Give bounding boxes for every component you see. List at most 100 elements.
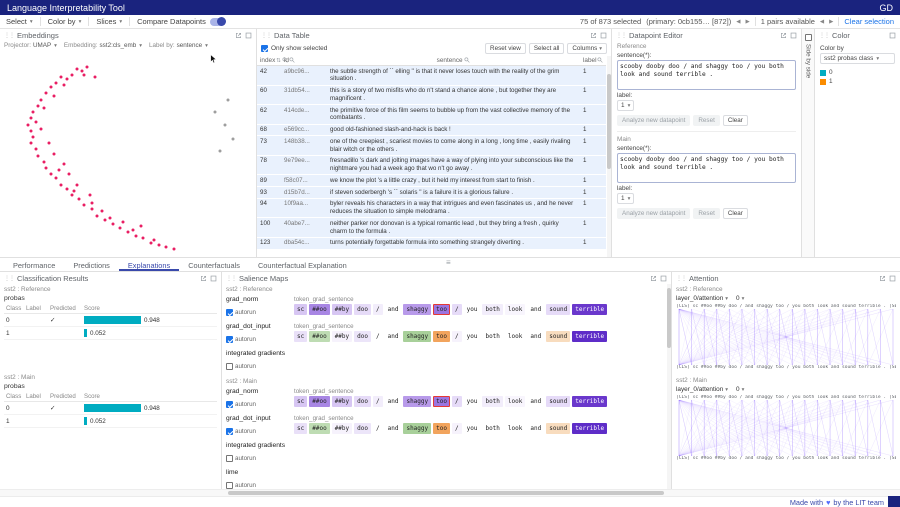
color-by-menu[interactable]: Color by▾ — [48, 17, 82, 26]
salience-token[interactable]: sound — [546, 304, 570, 315]
autorun-control[interactable]: autorun — [226, 401, 290, 408]
scatter-point[interactable] — [65, 77, 68, 80]
label-by-select[interactable]: Label by:sentence▾ — [149, 42, 208, 49]
scrollbar-thumb[interactable] — [228, 491, 664, 495]
salience-token[interactable]: too — [433, 331, 450, 342]
table-row[interactable]: 6031db54...this is a story of two misfit… — [257, 85, 606, 105]
embedding-select[interactable]: Embedding:sst2:cls_emb▾ — [64, 42, 142, 49]
scatter-point[interactable] — [39, 98, 42, 101]
salience-token[interactable]: sound — [546, 423, 570, 434]
scatter-point[interactable] — [60, 75, 63, 78]
scatter-point[interactable] — [34, 148, 37, 151]
salience-token[interactable]: shaggy — [403, 304, 431, 315]
analyze-new-datapoint-button[interactable]: Analyze new datapoint — [617, 208, 690, 219]
salience-token[interactable]: terrible — [572, 423, 607, 434]
salience-token[interactable]: and — [385, 331, 402, 342]
scatter-point[interactable] — [50, 86, 53, 89]
tab-counterfactuals[interactable]: Counterfactuals — [179, 258, 249, 271]
table-row[interactable]: 93d15b7d...if steven soderbergh 's `` so… — [257, 187, 606, 199]
horizontal-scrollbar[interactable] — [0, 489, 900, 496]
salience-token[interactable]: doo — [354, 423, 371, 434]
analyze-new-datapoint-button[interactable]: Analyze new datapoint — [617, 115, 690, 126]
scatter-point[interactable] — [231, 138, 234, 141]
maximize-icon[interactable] — [600, 32, 607, 39]
scatter-point[interactable] — [226, 98, 229, 101]
autorun-control[interactable]: autorun — [226, 482, 290, 489]
scatter-point[interactable] — [60, 183, 63, 186]
scatter-point[interactable] — [91, 208, 94, 211]
table-row[interactable]: 10040abe7...neither parker nor donovan i… — [257, 218, 606, 238]
salience-token[interactable]: sc — [294, 396, 307, 407]
salience-token[interactable]: / — [373, 423, 383, 434]
scatter-point[interactable] — [91, 202, 94, 205]
table-row[interactable]: 73148b38...one of the creepiest , scarie… — [257, 136, 606, 156]
autorun-control[interactable]: autorun — [226, 363, 290, 370]
checkbox-icon[interactable] — [226, 482, 233, 489]
salience-token[interactable]: ##oo — [309, 331, 329, 342]
reset-view-button[interactable]: Reset view — [485, 43, 526, 54]
salience-token[interactable]: you — [464, 304, 481, 315]
scatter-point[interactable] — [29, 129, 32, 132]
scrollbar-thumb[interactable] — [607, 74, 611, 169]
salience-token[interactable]: ##oo — [309, 423, 329, 434]
salience-token[interactable]: ##by — [332, 396, 352, 407]
salience-token[interactable]: and — [385, 304, 402, 315]
sentence-textarea[interactable] — [617, 60, 796, 90]
scatter-point[interactable] — [93, 75, 96, 78]
scatter-point[interactable] — [214, 111, 217, 114]
autorun-control[interactable]: autorun — [226, 336, 290, 343]
side-by-side-checkbox[interactable] — [805, 34, 812, 41]
embedding-scatter[interactable] — [0, 50, 256, 257]
scatter-point[interactable] — [34, 121, 37, 124]
scatter-point[interactable] — [96, 214, 99, 217]
scatter-point[interactable] — [73, 189, 76, 192]
scatter-point[interactable] — [70, 193, 73, 196]
table-row[interactable]: 789e79ee...fresnadillo 's dark and jolti… — [257, 155, 606, 175]
salience-token[interactable]: sc — [294, 304, 307, 315]
scatter-point[interactable] — [224, 123, 227, 126]
tab-explanations[interactable]: Explanations — [119, 258, 179, 271]
table-row[interactable]: 89f58c07...we know the plot 's a little … — [257, 175, 606, 187]
scatter-point[interactable] — [37, 154, 40, 157]
salience-token[interactable]: sc — [294, 423, 307, 434]
table-row[interactable]: 123dba54c...turns potentially forgettabl… — [257, 237, 606, 249]
maximize-icon[interactable] — [660, 275, 667, 282]
open-in-new-icon[interactable] — [200, 275, 207, 282]
drag-handle-icon[interactable]: ⋮⋮ — [819, 32, 829, 39]
vertical-scrollbar[interactable] — [667, 284, 671, 489]
scatter-point[interactable] — [109, 216, 112, 219]
maximize-icon[interactable] — [889, 32, 896, 39]
salience-token[interactable]: and — [385, 423, 402, 434]
scatter-point[interactable] — [29, 117, 32, 120]
scatter-point[interactable] — [39, 127, 42, 130]
scatter-point[interactable] — [132, 229, 135, 232]
scatter-point[interactable] — [68, 173, 71, 176]
drawer-handle-icon[interactable]: ≡ — [446, 258, 451, 267]
checkbox-icon[interactable] — [226, 455, 233, 462]
maximize-icon[interactable] — [790, 32, 797, 39]
table-row[interactable]: 62414cde...the primitive force of this f… — [257, 105, 606, 125]
slices-menu[interactable]: Slices▾ — [96, 17, 122, 26]
autorun-control[interactable]: autorun — [226, 309, 290, 316]
vertical-scrollbar[interactable] — [607, 56, 611, 257]
salience-token[interactable]: and — [385, 396, 402, 407]
checkbox-checked-icon[interactable] — [226, 428, 233, 435]
salience-token[interactable]: and — [527, 423, 544, 434]
head-select[interactable]: 0▾ — [736, 295, 744, 302]
drag-handle-icon[interactable]: ⋮⋮ — [4, 275, 14, 282]
salience-token[interactable]: both — [482, 304, 502, 315]
salience-token[interactable]: look — [505, 304, 525, 315]
salience-token[interactable]: doo — [354, 304, 371, 315]
scatter-point[interactable] — [80, 69, 83, 72]
scatter-point[interactable] — [45, 166, 48, 169]
scatter-point[interactable] — [27, 123, 30, 126]
salience-token[interactable]: sound — [546, 396, 570, 407]
label-select[interactable]: 1▾ — [617, 193, 634, 204]
scatter-point[interactable] — [65, 187, 68, 190]
column-header-sentence[interactable]: sentence — [327, 56, 580, 66]
sort-icon[interactable]: ⇅ — [276, 58, 281, 64]
search-icon[interactable] — [597, 57, 603, 63]
scatter-point[interactable] — [45, 92, 48, 95]
scatter-point[interactable] — [52, 94, 55, 97]
scatter-point[interactable] — [134, 235, 137, 238]
